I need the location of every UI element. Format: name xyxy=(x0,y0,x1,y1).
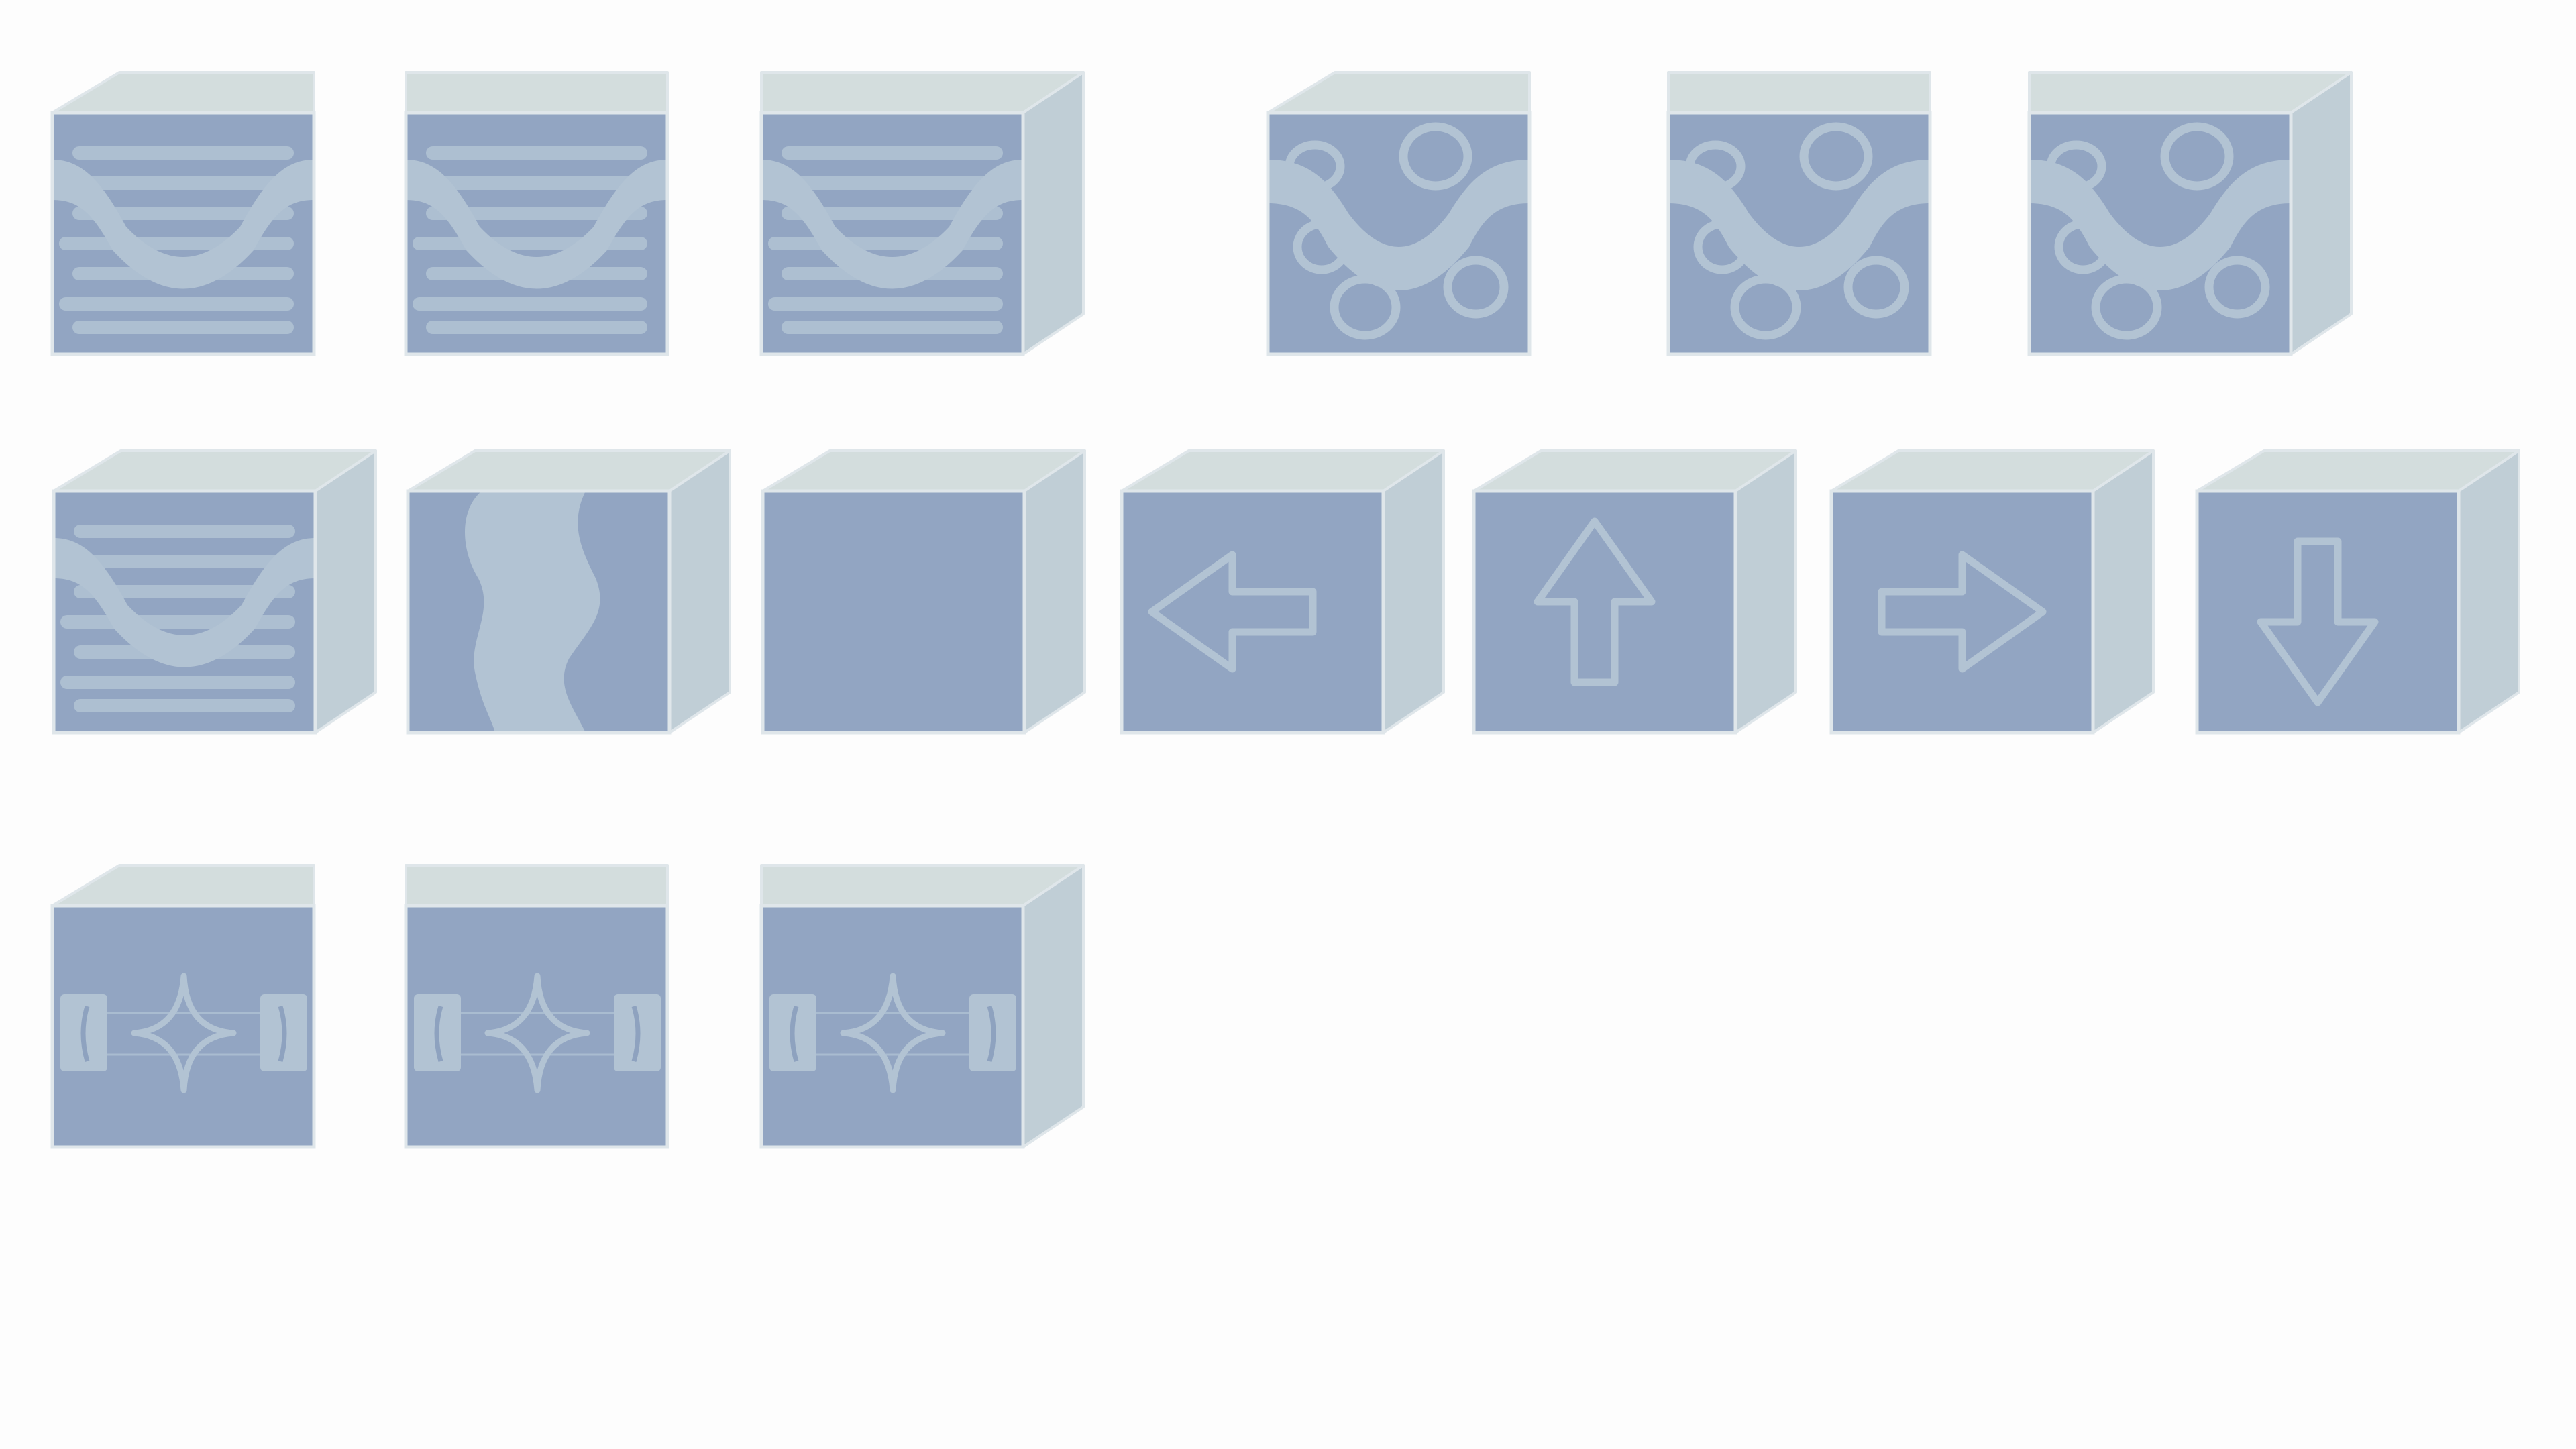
tile-face-fill xyxy=(763,491,1024,733)
tile-front-face xyxy=(2195,489,2461,735)
tile-top-face xyxy=(1667,71,1931,114)
tile-front-face xyxy=(50,904,316,1149)
tile-side-face xyxy=(668,449,731,734)
tile-front-face xyxy=(1829,489,2095,735)
tile-front-face xyxy=(406,489,672,735)
tile-front-face xyxy=(1266,111,1532,356)
tile-front-face xyxy=(761,489,1026,735)
tile-front-face xyxy=(52,489,317,735)
tile-blank[interactable] xyxy=(760,448,1087,735)
stripe-mark xyxy=(74,699,295,712)
tile-face-fill xyxy=(1122,491,1383,733)
tile-board xyxy=(0,0,2576,1449)
tile-arrow-up[interactable] xyxy=(1471,448,1799,735)
tile-front-face xyxy=(2027,111,2293,356)
tile-vertical-wave[interactable] xyxy=(405,448,733,735)
tile-side-face xyxy=(1023,449,1086,734)
tile-front-face xyxy=(404,904,669,1149)
tile-top-face xyxy=(51,864,315,907)
tile-arrow-down[interactable] xyxy=(2194,448,2522,735)
stripe-mark xyxy=(782,321,1003,334)
stripe-mark xyxy=(60,676,295,689)
stripe-mark xyxy=(72,146,294,160)
stripe-mark xyxy=(72,321,294,334)
stripe-mark xyxy=(782,146,1003,160)
tile-arrow-left[interactable] xyxy=(1119,448,1446,735)
tile-side-face xyxy=(1022,864,1085,1148)
tile-front-face xyxy=(1120,489,1385,735)
tile-dunes-lines[interactable] xyxy=(51,448,378,735)
tile-side-face xyxy=(314,449,377,734)
tile-side-face xyxy=(1734,449,1797,734)
tile-arrow-right[interactable] xyxy=(1829,448,2156,735)
tile-dunes-lines[interactable] xyxy=(759,70,1086,357)
tile-star-caps[interactable] xyxy=(759,863,1086,1150)
tile-wave-circles[interactable] xyxy=(1666,70,1933,357)
tile-wave-circles[interactable] xyxy=(2027,70,2354,357)
tile-side-face xyxy=(2092,449,2155,734)
tile-front-face xyxy=(759,111,1025,356)
stripe-mark xyxy=(426,321,647,334)
tile-face-fill xyxy=(2197,491,2459,733)
tile-side-face xyxy=(2457,449,2520,734)
tile-top-face xyxy=(1267,71,1531,114)
stripe-mark xyxy=(59,297,294,311)
tile-side-face xyxy=(1022,71,1085,356)
tile-front-face xyxy=(759,904,1025,1149)
tile-front-face xyxy=(50,111,316,356)
stripe-mark xyxy=(768,297,1003,311)
tile-front-face xyxy=(1666,111,1932,356)
tile-top-face xyxy=(51,71,315,114)
tile-side-face xyxy=(1382,449,1445,734)
tile-star-caps[interactable] xyxy=(403,863,670,1150)
stripe-mark xyxy=(74,525,295,538)
tile-top-face xyxy=(405,71,669,114)
tile-star-caps[interactable] xyxy=(50,863,317,1150)
stripe-mark xyxy=(413,297,647,311)
tile-side-face xyxy=(2290,71,2353,356)
tile-dunes-lines[interactable] xyxy=(403,70,670,357)
tile-front-face xyxy=(1472,489,1737,735)
tile-dunes-lines[interactable] xyxy=(50,70,317,357)
stripe-mark xyxy=(426,146,647,160)
tile-top-face xyxy=(405,864,669,907)
tile-wave-circles[interactable] xyxy=(1265,70,1532,357)
tile-face-fill xyxy=(1474,491,1735,733)
tile-front-face xyxy=(404,111,669,356)
tile-face-fill xyxy=(1831,491,2093,733)
